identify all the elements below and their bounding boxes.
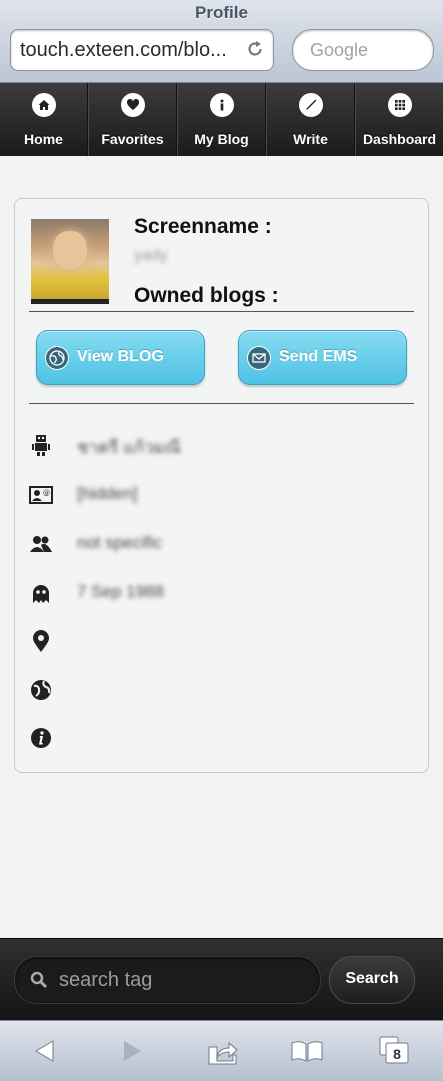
reload-icon[interactable] — [245, 39, 265, 59]
nav-my-blog-label: My Blog — [194, 131, 249, 147]
info-name-value: ชาตรี แก้วมณี — [77, 438, 181, 457]
info-circle-icon — [31, 728, 51, 748]
info-birthday-value: 7 Sep 1988 — [77, 582, 164, 601]
globe-icon — [45, 346, 69, 370]
tag-search-placeholder: search tag — [59, 969, 153, 991]
nav-favorites[interactable]: Favorites — [88, 83, 177, 156]
main-navbar: Home Favorites My Blog Write Dashboard — [0, 83, 443, 156]
forward-arrow-icon[interactable] — [118, 1037, 146, 1065]
info-icon — [209, 93, 234, 117]
info-row-website — [29, 676, 409, 706]
nav-home-label: Home — [24, 131, 63, 147]
browser-search-field[interactable]: Google — [292, 29, 434, 71]
profile-card: Screenname : yady Owned blogs : View BLO… — [14, 198, 429, 773]
home-icon — [31, 93, 56, 117]
url-text[interactable]: touch.exteen.com/blo... — [20, 39, 240, 62]
contact-card-icon: @ — [29, 486, 53, 504]
ghost-icon — [33, 585, 49, 603]
share-icon[interactable] — [207, 1037, 239, 1065]
browser-top-bar: Profile touch.exteen.com/blo... Google — [0, 0, 443, 83]
info-row-birthday: 7 Sep 1988 — [29, 579, 409, 609]
info-row-gender: not specific — [29, 530, 409, 560]
send-ems-label: Send EMS — [279, 348, 358, 365]
grid-icon — [387, 93, 412, 117]
tag-search-input[interactable]: search tag — [14, 956, 321, 1004]
robot-icon — [32, 435, 50, 456]
info-row-email: @ [hidden] — [29, 481, 409, 511]
tag-search-button[interactable]: Search — [329, 956, 415, 1004]
info-row-name: ชาตรี แก้วมณี — [29, 431, 409, 461]
svg-text:@: @ — [43, 489, 50, 497]
divider — [29, 311, 414, 312]
avatar-face — [53, 231, 87, 269]
nav-my-blog[interactable]: My Blog — [177, 83, 266, 156]
info-email-value: [hidden] — [77, 484, 138, 503]
divider — [29, 403, 414, 404]
nav-write-label: Write — [293, 131, 328, 147]
view-blog-button[interactable]: View BLOG — [36, 330, 205, 385]
search-icon — [30, 971, 48, 989]
owned-blogs-label: Owned blogs : — [134, 284, 279, 307]
info-row-location — [29, 627, 409, 657]
globe-icon — [31, 680, 51, 700]
tabs-button[interactable]: 8 — [379, 1036, 411, 1066]
url-bar[interactable]: touch.exteen.com/blo... — [10, 29, 274, 71]
location-pin-icon — [33, 630, 49, 652]
browser-toolbar: 8 — [0, 1020, 443, 1081]
envelope-icon — [247, 346, 271, 370]
tag-search-button-label: Search — [345, 970, 399, 987]
nav-favorites-label: Favorites — [101, 131, 164, 147]
nav-home[interactable]: Home — [0, 83, 88, 156]
nav-dashboard[interactable]: Dashboard — [355, 83, 443, 156]
send-ems-button[interactable]: Send EMS — [238, 330, 407, 385]
screenname-value: yady — [134, 247, 168, 264]
browser-search-placeholder: Google — [310, 40, 369, 60]
browser-page-title: Profile — [195, 3, 248, 22]
view-blog-label: View BLOG — [77, 348, 164, 365]
nav-write[interactable]: Write — [266, 83, 355, 156]
pen-icon — [298, 93, 323, 117]
info-gender-value: not specific — [77, 533, 163, 552]
nav-dashboard-label: Dashboard — [362, 131, 437, 147]
bookmarks-icon[interactable] — [290, 1037, 324, 1065]
tabs-count: 8 — [393, 1046, 401, 1062]
back-arrow-icon[interactable] — [31, 1037, 59, 1065]
info-row-about — [29, 724, 409, 754]
avatar — [31, 219, 109, 304]
heart-icon — [120, 93, 145, 117]
screenname-label: Screenname : — [134, 215, 272, 238]
people-icon — [30, 536, 52, 552]
tag-search-bar: search tag Search — [0, 938, 443, 1021]
